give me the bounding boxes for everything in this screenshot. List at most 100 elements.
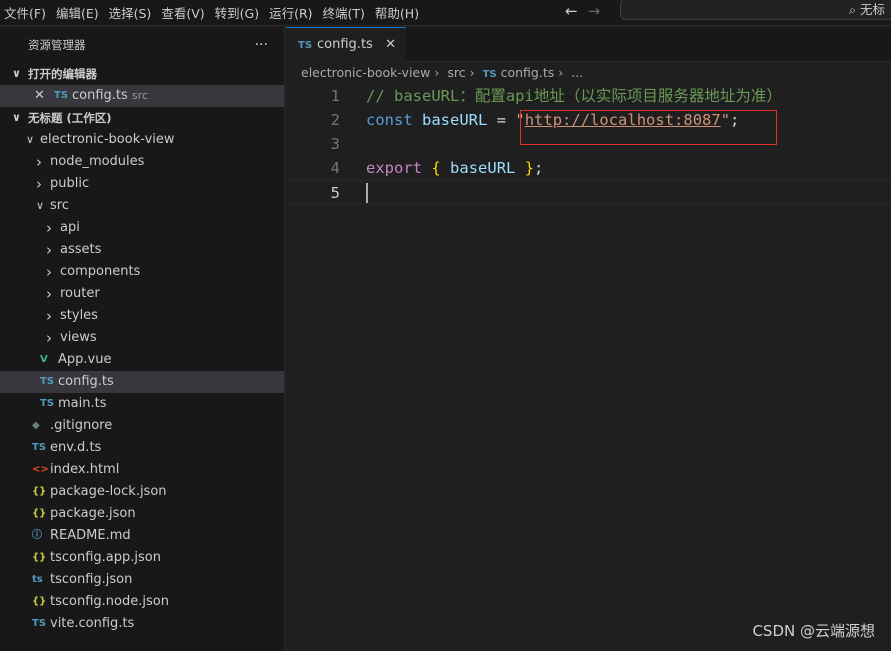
- breadcrumb-item[interactable]: electronic-book-view: [301, 65, 430, 80]
- tree-item[interactable]: {} package-lock.json: [0, 481, 284, 503]
- menu-item[interactable]: 转到(G): [211, 3, 265, 22]
- more-actions-icon[interactable]: ···: [255, 27, 268, 63]
- watermark: CSDN @云端源想: [752, 622, 875, 640]
- typescript-icon: TS: [482, 69, 497, 80]
- info-icon: ⓘ: [32, 530, 42, 541]
- comment: // baseURL：配置api地址（以实际项目服务器地址为准）: [366, 87, 782, 105]
- explorer-title: 资源管理器 ···: [0, 27, 284, 63]
- close-icon[interactable]: ✕: [385, 28, 396, 62]
- tree-item[interactable]: ∨ src: [0, 195, 284, 217]
- line-number: 5: [330, 184, 340, 202]
- tree-item-label: vite.config.ts: [50, 616, 135, 631]
- menu-item[interactable]: 选择(S): [105, 3, 158, 22]
- tree-item[interactable]: {} tsconfig.node.json: [0, 591, 284, 613]
- tree-item[interactable]: <> index.html: [0, 459, 284, 481]
- tree-item[interactable]: ◆ .gitignore: [0, 415, 284, 437]
- typescript-icon: TS: [32, 618, 47, 629]
- tab-config-ts[interactable]: TS config.ts ✕: [286, 27, 406, 62]
- code-line-current: 5: [286, 180, 891, 204]
- tree-item[interactable]: ∨ electronic-book-view: [0, 129, 284, 151]
- open-editors-label: 打开的编辑器: [28, 67, 97, 81]
- line-number: 2: [330, 111, 340, 129]
- line-number: 4: [330, 159, 340, 177]
- tree-item-label: tsconfig.node.json: [50, 594, 169, 609]
- highlight-box: [520, 110, 777, 145]
- tree-item-label: public: [50, 176, 90, 191]
- tree-item-label: electronic-book-view: [40, 132, 175, 147]
- close-icon[interactable]: ✕: [34, 85, 45, 107]
- menu-item[interactable]: 运行(R): [265, 3, 318, 22]
- explorer-title-text: 资源管理器: [28, 38, 86, 52]
- tree-item[interactable]: TS env.d.ts: [0, 437, 284, 459]
- breadcrumb-item[interactable]: ...: [571, 65, 583, 80]
- text-cursor: [366, 183, 368, 203]
- open-editor-dir: src: [131, 89, 148, 102]
- code-line: 4 export { baseURL };: [286, 156, 891, 180]
- tree-item[interactable]: ts tsconfig.json: [0, 569, 284, 591]
- tree-item-label: .gitignore: [50, 418, 113, 433]
- menu-item[interactable]: 文件(F): [0, 3, 52, 22]
- back-icon[interactable]: ←: [565, 2, 578, 20]
- typescript-icon: TS: [54, 90, 69, 101]
- tab-bar: TS config.ts ✕: [286, 27, 891, 62]
- tree-item[interactable]: ⓘ README.md: [0, 525, 284, 547]
- tree-item-label: styles: [60, 308, 98, 323]
- keyword: const: [366, 111, 413, 129]
- brace: }: [524, 159, 535, 177]
- tree-item-label: README.md: [50, 528, 131, 543]
- tree-item-label: package-lock.json: [50, 484, 167, 499]
- tree-item[interactable]: › components: [0, 261, 284, 283]
- json-icon: {}: [32, 596, 47, 607]
- tree-item[interactable]: › views: [0, 327, 284, 349]
- command-center-search[interactable]: ⌕ 无标: [620, 0, 891, 20]
- keyword: export: [366, 159, 422, 177]
- menu-item[interactable]: 终端(T): [319, 3, 371, 22]
- open-editor-item[interactable]: ✕ TS config.ts src: [0, 85, 284, 107]
- menu-item[interactable]: 查看(V): [157, 3, 210, 22]
- tree-item-label: config.ts: [58, 374, 114, 389]
- tree-item[interactable]: › node_modules: [0, 151, 284, 173]
- tree-item[interactable]: V App.vue: [0, 349, 284, 371]
- tsconfig-icon: ts: [32, 574, 43, 585]
- tree-item[interactable]: TS vite.config.ts: [0, 613, 284, 635]
- tree-item[interactable]: › public: [0, 173, 284, 195]
- code-line: 1 // baseURL：配置api地址（以实际项目服务器地址为准）: [286, 84, 891, 108]
- variable: baseURL: [450, 159, 516, 177]
- open-editor-filename: config.ts: [72, 88, 128, 103]
- chevron-right-icon: ›: [46, 285, 52, 303]
- tree-item[interactable]: › styles: [0, 305, 284, 327]
- semicolon: ;: [534, 159, 544, 177]
- file-tree: ∨ electronic-book-view › node_modules › publi…: [0, 129, 284, 635]
- tree-item[interactable]: TS config.ts: [0, 371, 284, 393]
- tree-item-label: components: [60, 264, 141, 279]
- json-icon: {}: [32, 552, 47, 563]
- line-number: 1: [330, 87, 340, 105]
- json-icon: {}: [32, 486, 47, 497]
- tree-item[interactable]: › assets: [0, 239, 284, 261]
- tree-item[interactable]: TS main.ts: [0, 393, 284, 415]
- menu-item[interactable]: 编辑(E): [52, 3, 105, 22]
- tab-label: config.ts: [317, 37, 373, 52]
- tree-item[interactable]: › api: [0, 217, 284, 239]
- typescript-icon: TS: [298, 40, 313, 51]
- open-editors-section[interactable]: ∨ 打开的编辑器: [0, 63, 284, 85]
- forward-icon[interactable]: →: [588, 2, 601, 20]
- typescript-icon: TS: [40, 398, 55, 409]
- workspace-label: 无标题 (工作区): [28, 111, 112, 125]
- workspace-section[interactable]: ∨ 无标题 (工作区): [0, 107, 284, 129]
- tree-item[interactable]: {} tsconfig.app.json: [0, 547, 284, 569]
- tree-item-label: assets: [60, 242, 102, 257]
- search-text: 无标: [859, 2, 885, 17]
- tree-item-label: api: [60, 220, 80, 235]
- tree-item-label: node_modules: [50, 154, 145, 169]
- breadcrumb-item[interactable]: config.ts: [501, 65, 555, 80]
- json-icon: {}: [32, 508, 47, 519]
- tree-item[interactable]: {} package.json: [0, 503, 284, 525]
- explorer-sidebar: 资源管理器 ··· ∨ 打开的编辑器 ✕ TS config.ts src ∨ 无标题 (…: [0, 27, 285, 651]
- nav-arrows: ← →: [565, 2, 610, 20]
- tree-item[interactable]: › router: [0, 283, 284, 305]
- menu-item[interactable]: 帮助(H): [371, 3, 425, 22]
- chevron-right-icon: ›: [46, 329, 52, 347]
- chevron-down-icon: ∨: [12, 67, 21, 80]
- breadcrumb-item[interactable]: src: [447, 65, 465, 80]
